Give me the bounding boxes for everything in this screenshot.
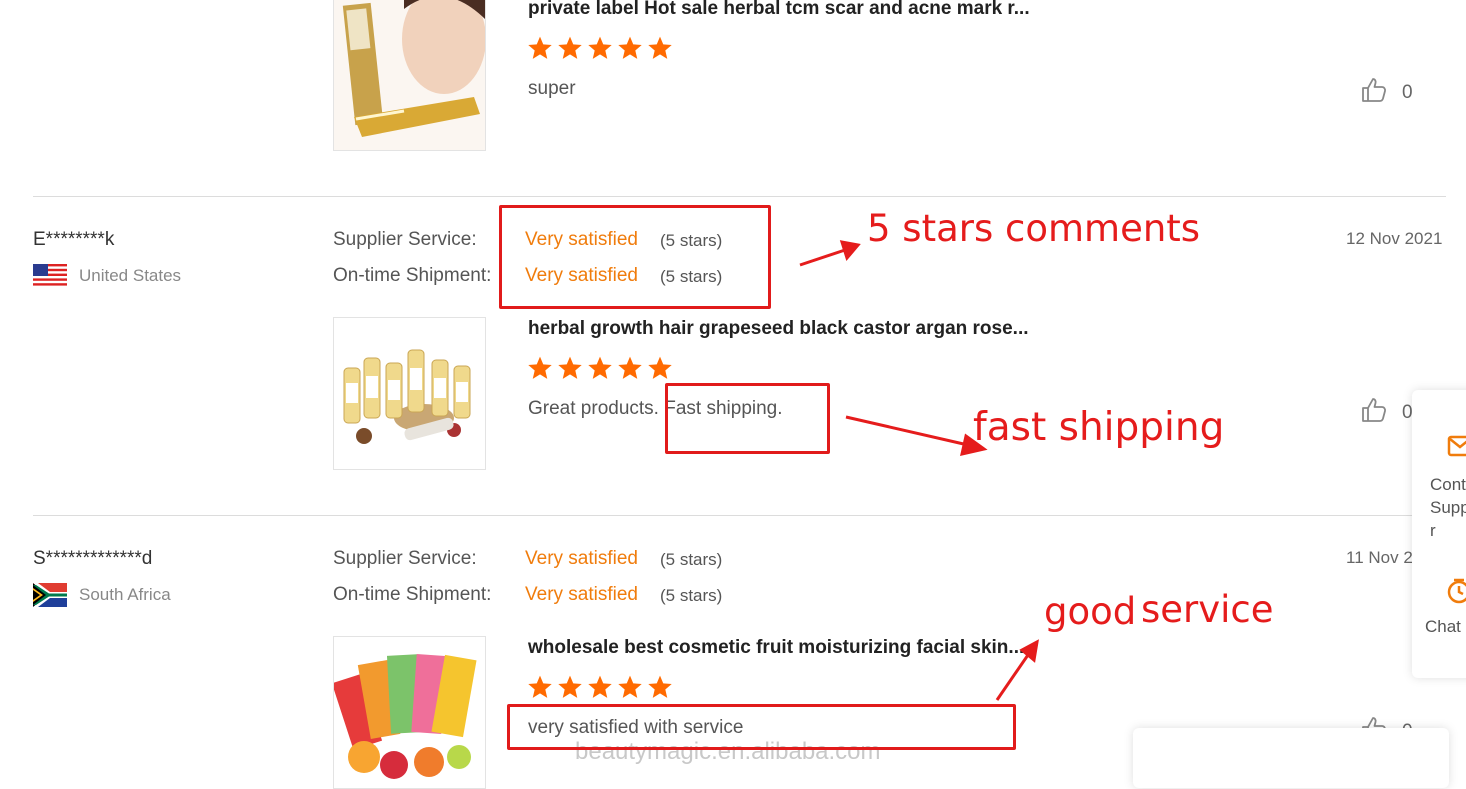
annotation-arrows <box>799 240 1039 701</box>
annotation-service: service <box>1141 588 1274 631</box>
arrow-icon <box>995 639 1039 701</box>
annotation-good: good <box>1044 590 1137 633</box>
arrow-icon <box>845 415 988 456</box>
arrow-icon <box>799 240 861 267</box>
annotation-stars-comments: 5 stars comments <box>867 207 1201 250</box>
annotation-fast-shipping: fast shipping <box>973 405 1225 450</box>
